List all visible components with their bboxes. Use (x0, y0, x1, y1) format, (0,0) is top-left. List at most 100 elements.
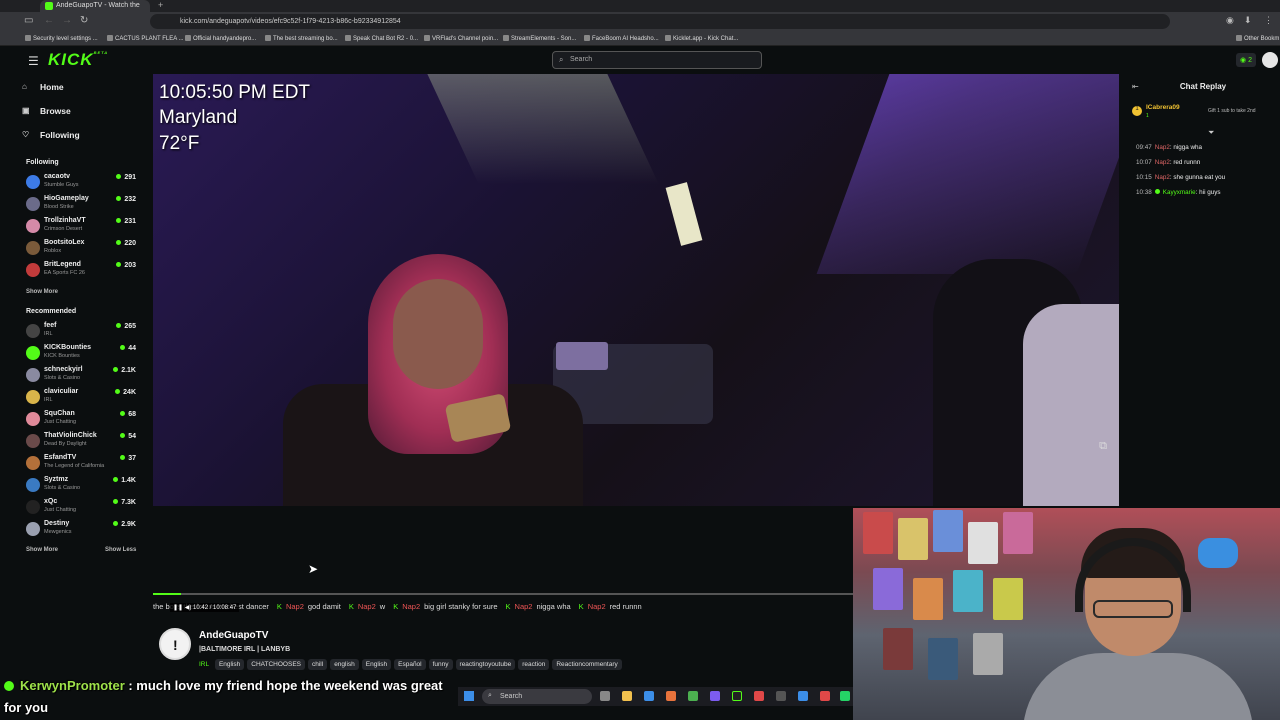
ticker-user: Nap2 (402, 602, 421, 611)
sidebar-item-home[interactable]: ⌂ Home (22, 82, 64, 92)
gift-text: Gift 1 sub to take 2nd (1208, 108, 1256, 114)
category-link[interactable]: IRL (199, 659, 209, 670)
bookmark-item[interactable]: The best streaming bo... (265, 35, 338, 42)
stream-info: ! AndeGuapoTV |BALTIMORE IRL | LANBYB IR… (159, 628, 859, 678)
chat-user[interactable]: Nap2 (1155, 174, 1170, 181)
recommended-channel-item[interactable]: EsfandTV The Legend of California 37 (26, 454, 138, 474)
new-tab-button[interactable]: + (158, 0, 163, 10)
viewer-count: 232 (116, 196, 136, 203)
following-channel-item[interactable]: TrollzinhaVT Crimson Desert 231 (26, 217, 138, 237)
following-heading: Following (26, 159, 59, 166)
ticker-user: Nap2 (587, 602, 606, 611)
bookmark-item[interactable]: VRFlad's Channel poin... (424, 35, 498, 42)
chat-user[interactable]: Nap2 (1155, 159, 1170, 166)
chrome-icon[interactable] (688, 691, 698, 701)
store-icon[interactable] (644, 691, 654, 701)
progress-fill (153, 593, 181, 595)
following-channel-item[interactable]: BootsitoLex Roblox 220 (26, 239, 138, 259)
show-more-following[interactable]: Show More (26, 289, 58, 295)
tag-chip[interactable]: Reactioncommentary (552, 659, 622, 670)
bookmark-item[interactable]: Official handyandepro... (185, 35, 256, 42)
search-input[interactable]: ⌕ Search (552, 51, 762, 69)
tag-chip[interactable]: English (214, 659, 245, 670)
recommended-channel-item[interactable]: schneckyirl Slots & Casino 2.1K (26, 366, 138, 386)
channel-avatar[interactable]: ! (159, 628, 191, 660)
app-icon[interactable] (820, 691, 830, 701)
back-icon[interactable]: ← (44, 15, 54, 26)
extensions-icon[interactable]: ⬇ (1244, 15, 1252, 26)
bookmark-item[interactable]: Speak Chat Bot R2 - 0... (345, 35, 418, 42)
app-icon[interactable] (776, 691, 786, 701)
notifications-badge[interactable]: ◉ 2 (1236, 53, 1256, 67)
show-less-recommended[interactable]: Show Less (105, 547, 136, 553)
video-player[interactable]: 10:05:50 PM EDT Maryland 72°F ⧉ (153, 74, 1119, 506)
chevron-down-icon[interactable]: ⏷ (1208, 128, 1214, 138)
show-more-recommended[interactable]: Show More (26, 547, 58, 553)
whatsapp-icon[interactable] (840, 691, 850, 701)
reload-icon[interactable]: ↻ (80, 15, 88, 26)
live-dot-icon (120, 411, 126, 416)
bookmark-item[interactable]: Kicklet.app - Kick Chat... (665, 35, 738, 42)
discord-icon[interactable] (710, 691, 720, 701)
kick-logo[interactable]: KICKBETA (48, 50, 108, 70)
profile-icon[interactable]: ◉ (1226, 15, 1234, 26)
channel-name: BritLegend (44, 261, 81, 268)
recommended-channel-item[interactable]: Destiny Mewgenics 2.9K (26, 520, 138, 540)
tag-chip[interactable]: chill (307, 659, 328, 670)
browser-tab-strip: AndeGuapoTV - Watch the + (0, 0, 1280, 12)
forward-icon[interactable]: → (62, 15, 72, 26)
other-bookmarks[interactable]: Other Bookm (1236, 35, 1279, 42)
tag-chip[interactable]: english (330, 659, 359, 670)
hamburger-menu-icon[interactable]: ☰ (28, 54, 39, 68)
tag-chip[interactable]: reaction (518, 659, 550, 670)
poster-shape (933, 510, 963, 552)
tag-chip[interactable]: funny (428, 659, 453, 670)
folder-icon[interactable] (622, 691, 632, 701)
theater-mode-icon[interactable]: ⧉ (1099, 440, 1107, 453)
recommended-channel-item[interactable]: KICKBounties KICK Bounties 44 (26, 344, 138, 364)
channel-category: Blood Strike (44, 204, 74, 210)
following-channel-item[interactable]: BritLegend EA Sports FC 26 203 (26, 261, 138, 281)
recommended-channel-item[interactable]: feef IRL 265 (26, 322, 138, 342)
tag-chip[interactable]: Español (394, 659, 426, 670)
url-bar[interactable]: kick.com/andeguapotv/videos/efc9c52f-1f7… (150, 14, 1170, 29)
kick-badge-icon: K (348, 602, 354, 611)
live-dot-icon (115, 389, 121, 394)
progress-bar[interactable] (153, 593, 853, 595)
tag-chip[interactable]: reactingtoyoutube (455, 659, 516, 670)
tag-chip[interactable]: English (361, 659, 392, 670)
sidebar-toggle-icon[interactable]: ▭ (24, 15, 33, 26)
tag-chip[interactable]: CHATCHOOSES (247, 659, 305, 670)
search-icon: ⌕ (559, 55, 564, 64)
user-avatar[interactable] (1262, 52, 1278, 68)
following-channel-item[interactable]: HioGameplay Blood Strike 232 (26, 195, 138, 215)
recommended-channel-item[interactable]: ThatViolinChick Dead By Daylight 54 (26, 432, 138, 452)
stage-light (427, 74, 659, 184)
app-icon[interactable] (798, 691, 808, 701)
following-channel-item[interactable]: cacaotv Stumble Guys 291 (26, 173, 138, 193)
obs-icon[interactable] (754, 691, 764, 701)
kick-badge-icon: K (276, 602, 282, 611)
firefox-icon[interactable] (666, 691, 676, 701)
app-icon[interactable] (732, 691, 742, 701)
recommended-channel-item[interactable]: SquChan Just Chatting 68 (26, 410, 138, 430)
ticker-message: K Nap2 nigga wha (506, 602, 571, 611)
sidebar-item-browse[interactable]: ▣ Browse (22, 106, 71, 116)
taskview-icon[interactable] (600, 691, 610, 701)
recommended-channel-item[interactable]: xQc Just Chatting 7.3K (26, 498, 138, 518)
bookmark-item[interactable]: CACTUS PLANT FLEA ... (107, 35, 184, 42)
gift-banner[interactable]: 1 ICabrera09 1 Gift 1 sub to take 2nd (1130, 104, 1276, 122)
bookmark-item[interactable]: FaceBoom AI Headsho... (584, 35, 659, 42)
channel-name[interactable]: AndeGuapoTV (199, 630, 268, 641)
browser-tab[interactable]: AndeGuapoTV - Watch the (40, 0, 150, 12)
recommended-channel-item[interactable]: Syztmz Slots & Casino 1.4K (26, 476, 138, 496)
chat-user[interactable]: Kayyxmarie (1163, 189, 1196, 196)
channel-avatar (26, 197, 40, 211)
bookmark-item[interactable]: Security level settings ... (25, 35, 98, 42)
chat-user[interactable]: Nap2 (1155, 144, 1170, 151)
bookmark-item[interactable]: StreamElements - Son... (503, 35, 576, 42)
channel-name: Destiny (44, 520, 70, 527)
menu-icon[interactable]: ⋮ (1264, 15, 1273, 26)
sidebar-item-following[interactable]: ♡ Following (22, 130, 80, 140)
recommended-channel-item[interactable]: claviculiar IRL 24K (26, 388, 138, 408)
